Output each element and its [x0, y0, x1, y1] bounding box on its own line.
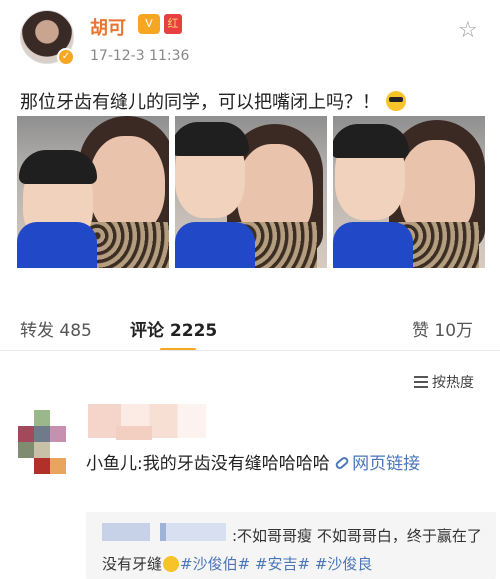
- post-text: 那位牙齿有缝儿的同学，可以把嘴闭上吗？！: [20, 88, 490, 114]
- photo-grid: [17, 116, 487, 268]
- comment-content: 小鱼儿:我的牙齿没有缝哈哈哈哈: [86, 454, 330, 474]
- cool-sunglasses-emoji-icon: [386, 91, 406, 111]
- reply-box[interactable]: :不如哥哥瘦 不如哥哥白，终于赢在了没有牙缝 #沙俊伯# #安吉# #沙俊良: [86, 512, 496, 579]
- web-link[interactable]: 网页链接: [334, 454, 421, 474]
- commenter-meta-blurred: [116, 426, 152, 440]
- post-timestamp: 17-12-3 11:36: [90, 48, 190, 64]
- web-link-label: 网页链接: [352, 454, 421, 474]
- comment-count: 2225: [169, 321, 218, 341]
- sort-icon: [414, 376, 428, 388]
- repost-label: 转发: [20, 321, 54, 341]
- divider: [0, 350, 500, 351]
- repost-count: 485: [59, 321, 92, 341]
- verified-badge-icon: ✓: [57, 48, 75, 66]
- stats-bar: 转发 485 评论 2225 赞 10万: [0, 306, 500, 351]
- laugh-emoji-icon: [163, 556, 180, 572]
- photo-1[interactable]: [17, 116, 169, 268]
- comment-label: 评论: [130, 321, 164, 341]
- hashtag-3[interactable]: #沙俊良: [315, 555, 373, 573]
- tab-comments[interactable]: 评论 2225: [130, 316, 217, 341]
- hashtag-2[interactable]: #安吉#: [255, 555, 310, 573]
- commenter-avatar[interactable]: [18, 410, 70, 478]
- like-count: 10万: [434, 321, 474, 341]
- photo-2[interactable]: [175, 116, 327, 268]
- favorite-star-icon[interactable]: ☆: [458, 18, 478, 43]
- photo-3[interactable]: [333, 116, 485, 268]
- red-packet-icon: 红: [164, 14, 182, 34]
- vip-badge-icon: V: [138, 14, 160, 34]
- sort-label: 按热度: [432, 375, 474, 391]
- post-text-content: 那位牙齿有缝儿的同学，可以把嘴闭上吗？！: [20, 92, 380, 113]
- post-header: ✓ 胡可 V 红 17-12-3 11:36 ☆: [0, 0, 500, 80]
- tab-repost[interactable]: 转发 485: [20, 316, 92, 341]
- comment-text: 小鱼儿:我的牙齿没有缝哈哈哈哈 网页链接: [86, 450, 486, 478]
- reply-text: :不如哥哥瘦 不如哥哥白，终于赢在了没有牙缝 #沙俊伯# #安吉# #沙俊良: [102, 522, 492, 578]
- tab-likes[interactable]: 赞 10万: [412, 316, 473, 341]
- hashtag-1[interactable]: #沙俊伯#: [180, 555, 250, 573]
- link-icon: [334, 455, 351, 471]
- like-label: 赞: [412, 321, 429, 341]
- sort-by-hotness-button[interactable]: 按热度: [414, 372, 474, 392]
- username[interactable]: 胡可: [90, 14, 126, 40]
